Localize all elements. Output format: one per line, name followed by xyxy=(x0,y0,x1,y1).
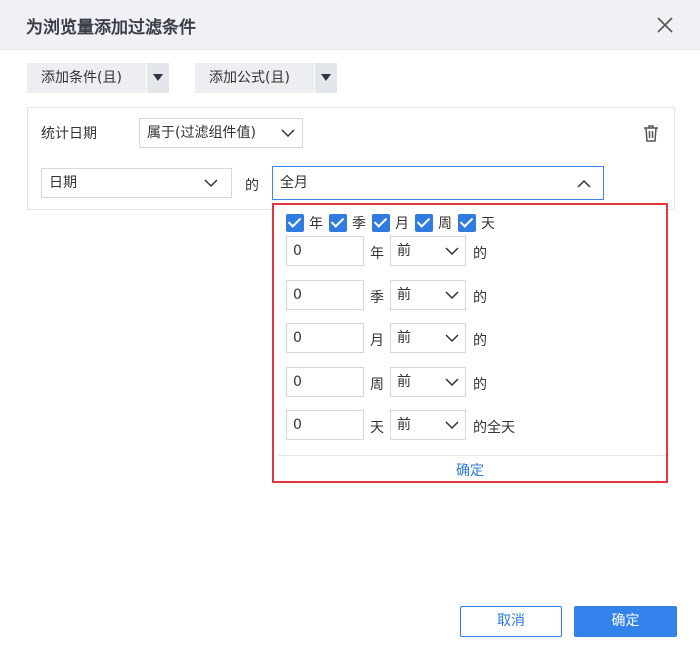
chevron-down-icon xyxy=(445,291,459,300)
month-offset-input[interactable]: 0 xyxy=(286,323,364,353)
popup-divider xyxy=(278,455,666,456)
date-field-select[interactable]: 日期 xyxy=(41,168,232,198)
add-formula-button[interactable]: 添加公式(且) xyxy=(195,63,315,93)
trash-icon[interactable] xyxy=(641,123,661,143)
week-unit-label: 周 xyxy=(370,377,384,393)
month-checkbox[interactable] xyxy=(372,214,390,232)
close-icon[interactable] xyxy=(656,16,674,34)
quarter-unit-label: 季 xyxy=(370,290,384,306)
month-suffix-label: 的 xyxy=(473,333,487,349)
dialog-title-bar: 为浏览量添加过滤条件 xyxy=(0,0,700,50)
add-formula-dropdown-icon[interactable] xyxy=(315,63,337,93)
month-checkbox-label: 月 xyxy=(395,216,409,232)
month-direction-value: 前 xyxy=(397,330,411,346)
year-suffix-label: 的 xyxy=(473,246,487,262)
condition-field-label: 统计日期 xyxy=(41,126,97,142)
quarter-offset-input[interactable]: 0 xyxy=(286,280,364,310)
popup-confirm-button[interactable]: 确定 xyxy=(274,460,666,480)
quarter-suffix-label: 的 xyxy=(473,290,487,306)
add-formula-split-button: 添加公式(且) xyxy=(195,63,337,93)
chevron-down-icon xyxy=(445,334,459,343)
chevron-down-icon xyxy=(445,247,459,256)
operator-value: 属于(过滤组件值) xyxy=(147,125,256,141)
chevron-down-icon xyxy=(281,129,295,138)
week-direction-value: 前 xyxy=(397,374,411,390)
chevron-down-icon xyxy=(445,421,459,430)
day-direction-value: 前 xyxy=(397,417,411,433)
year-unit-label: 年 xyxy=(370,246,384,262)
operator-select[interactable]: 属于(过滤组件值) xyxy=(139,118,303,148)
week-direction-select[interactable]: 前 xyxy=(390,367,466,397)
range-popup: 年 季 月 周 天 0 年 前 的 0 季 前 的 0 月 前 的 0 周 前 … xyxy=(272,203,668,483)
unit-checkbox-row: 年 季 月 周 天 xyxy=(286,213,501,233)
ok-button[interactable]: 确定 xyxy=(574,606,677,637)
quarter-checkbox[interactable] xyxy=(329,214,347,232)
cancel-button[interactable]: 取消 xyxy=(460,606,562,637)
range-value: 全月 xyxy=(280,175,308,191)
year-checkbox[interactable] xyxy=(286,214,304,232)
month-direction-select[interactable]: 前 xyxy=(390,323,466,353)
year-direction-value: 前 xyxy=(397,243,411,259)
dialog-title: 为浏览量添加过滤条件 xyxy=(26,18,196,38)
day-checkbox-label: 天 xyxy=(481,216,495,232)
quarter-direction-value: 前 xyxy=(397,287,411,303)
day-unit-label: 天 xyxy=(370,420,384,436)
month-unit-label: 月 xyxy=(370,333,384,349)
week-offset-input[interactable]: 0 xyxy=(286,367,364,397)
day-checkbox[interactable] xyxy=(458,214,476,232)
week-suffix-label: 的 xyxy=(473,377,487,393)
year-checkbox-label: 年 xyxy=(309,216,323,232)
quarter-checkbox-label: 季 xyxy=(352,216,366,232)
of-label: 的 xyxy=(245,178,259,194)
chevron-down-icon xyxy=(204,179,218,188)
chevron-down-icon xyxy=(445,378,459,387)
add-condition-dropdown-icon[interactable] xyxy=(147,63,169,93)
range-select[interactable]: 全月 xyxy=(272,166,604,200)
chevron-up-icon xyxy=(577,179,591,188)
date-field-value: 日期 xyxy=(49,175,77,191)
day-direction-select[interactable]: 前 xyxy=(390,410,466,440)
add-condition-button[interactable]: 添加条件(且) xyxy=(27,63,147,93)
filter-dialog: 为浏览量添加过滤条件 添加条件(且) 添加公式(且) 统计日期 属于(过滤组件值… xyxy=(0,0,700,652)
year-direction-select[interactable]: 前 xyxy=(390,236,466,266)
week-checkbox[interactable] xyxy=(415,214,433,232)
quarter-direction-select[interactable]: 前 xyxy=(390,280,466,310)
year-offset-input[interactable]: 0 xyxy=(286,236,364,266)
week-checkbox-label: 周 xyxy=(438,216,452,232)
day-suffix-label: 的全天 xyxy=(473,420,515,436)
add-condition-split-button: 添加条件(且) xyxy=(27,63,169,93)
day-offset-input[interactable]: 0 xyxy=(286,410,364,440)
